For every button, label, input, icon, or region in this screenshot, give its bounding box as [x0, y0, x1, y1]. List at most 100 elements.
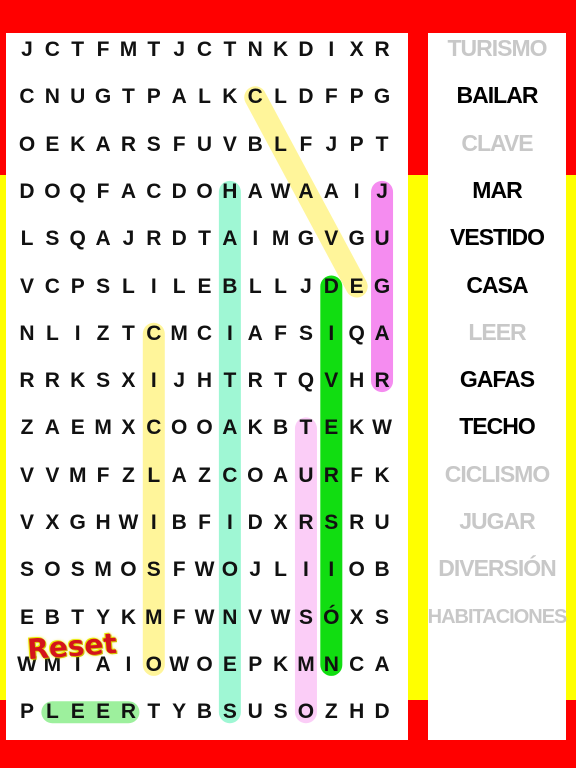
grid-letter[interactable]: S: [269, 697, 293, 727]
grid-letter[interactable]: P: [142, 82, 166, 112]
grid-letter[interactable]: M: [66, 461, 90, 491]
grid-letter[interactable]: L: [167, 272, 191, 302]
grid-letter[interactable]: C: [345, 650, 369, 680]
grid-letter[interactable]: R: [116, 697, 140, 727]
grid-letter[interactable]: L: [40, 697, 64, 727]
grid-letter[interactable]: Y: [167, 697, 191, 727]
grid-letter[interactable]: S: [142, 555, 166, 585]
grid-letter[interactable]: Q: [66, 224, 90, 254]
grid-letter[interactable]: A: [91, 224, 115, 254]
grid-letter[interactable]: N: [40, 82, 64, 112]
grid-letter[interactable]: F: [345, 461, 369, 491]
grid-letter[interactable]: B: [193, 697, 217, 727]
grid-letter[interactable]: I: [218, 319, 242, 349]
grid-letter[interactable]: B: [40, 603, 64, 633]
grid-letter[interactable]: W: [193, 555, 217, 585]
grid-letter[interactable]: A: [370, 319, 394, 349]
grid-letter[interactable]: B: [370, 555, 394, 585]
grid-letter[interactable]: W: [269, 603, 293, 633]
grid-letter[interactable]: K: [66, 130, 90, 160]
grid-letter[interactable]: H: [218, 177, 242, 207]
grid-letter[interactable]: S: [66, 555, 90, 585]
grid-letter[interactable]: O: [40, 555, 64, 585]
grid-letter[interactable]: W: [167, 650, 191, 680]
grid-letter[interactable]: L: [269, 130, 293, 160]
grid-letter[interactable]: R: [370, 366, 394, 396]
grid-letter[interactable]: J: [243, 555, 267, 585]
grid-letter[interactable]: M: [91, 555, 115, 585]
grid-letter[interactable]: O: [193, 413, 217, 443]
grid-letter[interactable]: C: [218, 461, 242, 491]
grid-letter[interactable]: E: [66, 413, 90, 443]
grid-letter[interactable]: F: [91, 177, 115, 207]
grid-letter[interactable]: S: [91, 366, 115, 396]
grid-letter[interactable]: J: [370, 177, 394, 207]
grid-letter[interactable]: J: [167, 366, 191, 396]
grid-letter[interactable]: Z: [193, 461, 217, 491]
grid-letter[interactable]: N: [15, 319, 39, 349]
grid-letter[interactable]: N: [243, 35, 267, 65]
grid-letter[interactable]: A: [167, 461, 191, 491]
grid-letter[interactable]: G: [345, 224, 369, 254]
grid-letter[interactable]: L: [15, 224, 39, 254]
grid-letter[interactable]: U: [193, 130, 217, 160]
grid-letter[interactable]: D: [319, 272, 343, 302]
grid-letter[interactable]: V: [15, 508, 39, 538]
grid-letter[interactable]: P: [15, 697, 39, 727]
grid-letter[interactable]: A: [243, 319, 267, 349]
grid-letter[interactable]: R: [345, 508, 369, 538]
grid-letter[interactable]: D: [167, 224, 191, 254]
grid-letter[interactable]: Q: [294, 366, 318, 396]
grid-letter[interactable]: E: [91, 697, 115, 727]
grid-letter[interactable]: Z: [91, 319, 115, 349]
grid-letter[interactable]: O: [116, 555, 140, 585]
grid-letter[interactable]: E: [345, 272, 369, 302]
grid-letter[interactable]: Ó: [319, 603, 343, 633]
grid-letter[interactable]: H: [345, 697, 369, 727]
grid-letter[interactable]: D: [294, 35, 318, 65]
grid-letter[interactable]: L: [193, 82, 217, 112]
grid-letter[interactable]: K: [243, 413, 267, 443]
grid-letter[interactable]: R: [370, 35, 394, 65]
grid-letter[interactable]: F: [269, 319, 293, 349]
grid-letter[interactable]: H: [193, 366, 217, 396]
grid-letter[interactable]: T: [370, 130, 394, 160]
grid-letter[interactable]: X: [345, 35, 369, 65]
grid-letter[interactable]: O: [167, 413, 191, 443]
grid-letter[interactable]: B: [167, 508, 191, 538]
grid-letter[interactable]: P: [243, 650, 267, 680]
grid-letter[interactable]: R: [319, 461, 343, 491]
grid-letter[interactable]: D: [294, 82, 318, 112]
grid-letter[interactable]: T: [269, 366, 293, 396]
grid-letter[interactable]: Q: [345, 319, 369, 349]
grid-letter[interactable]: A: [91, 130, 115, 160]
grid-letter[interactable]: I: [319, 35, 343, 65]
grid-letter[interactable]: O: [15, 130, 39, 160]
grid-letter[interactable]: A: [218, 224, 242, 254]
grid-letter[interactable]: S: [142, 130, 166, 160]
grid-letter[interactable]: A: [294, 177, 318, 207]
grid-letter[interactable]: G: [370, 272, 394, 302]
grid-letter[interactable]: U: [370, 224, 394, 254]
grid-letter[interactable]: I: [142, 508, 166, 538]
grid-letter[interactable]: I: [142, 272, 166, 302]
grid-letter[interactable]: G: [294, 224, 318, 254]
grid-letter[interactable]: R: [294, 508, 318, 538]
grid-letter[interactable]: R: [116, 130, 140, 160]
grid-letter[interactable]: T: [142, 697, 166, 727]
grid-letter[interactable]: M: [269, 224, 293, 254]
grid-letter[interactable]: T: [218, 35, 242, 65]
grid-letter[interactable]: U: [370, 508, 394, 538]
grid-letter[interactable]: X: [269, 508, 293, 538]
grid-letter[interactable]: F: [167, 130, 191, 160]
grid-letter[interactable]: X: [116, 413, 140, 443]
grid-letter[interactable]: W: [370, 413, 394, 443]
grid-letter[interactable]: F: [294, 130, 318, 160]
grid-letter[interactable]: A: [370, 650, 394, 680]
grid-letter[interactable]: D: [15, 177, 39, 207]
grid-letter[interactable]: C: [243, 82, 267, 112]
grid-letter[interactable]: T: [294, 413, 318, 443]
grid-letter[interactable]: E: [193, 272, 217, 302]
grid-letter[interactable]: E: [15, 603, 39, 633]
grid-letter[interactable]: V: [15, 272, 39, 302]
